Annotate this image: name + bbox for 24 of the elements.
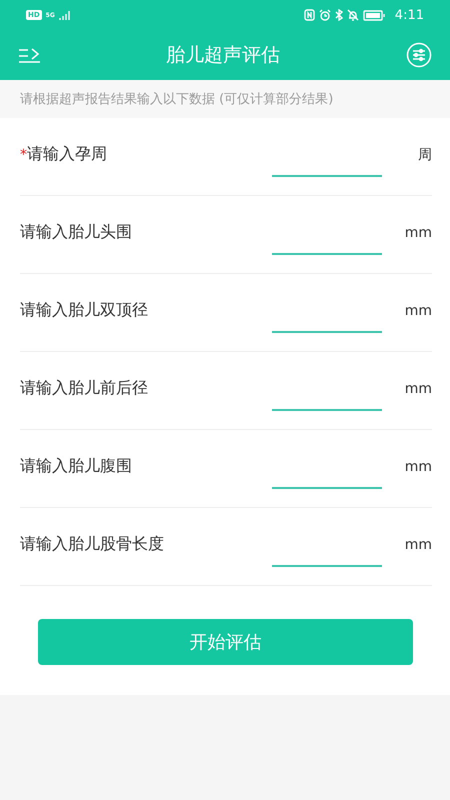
field-label: 请输入胎儿股骨长度	[20, 534, 164, 553]
bluetooth-icon	[334, 9, 343, 21]
field-label: 请输入孕周	[27, 144, 107, 163]
required-asterisk: *	[20, 147, 27, 163]
clock-time: 4:11	[394, 8, 424, 22]
settings-icon[interactable]	[406, 42, 432, 68]
alarm-icon	[318, 9, 331, 21]
unit-label: mm	[404, 224, 432, 240]
field-label: 请输入胎儿前后径	[20, 378, 148, 397]
field-label: 请输入胎儿双顶径	[20, 300, 148, 319]
battery-icon	[362, 10, 385, 20]
muted-bell-icon	[346, 9, 359, 21]
field-label: 请输入胎儿腹围	[20, 456, 132, 475]
unit-label: mm	[404, 458, 432, 474]
unit-label: mm	[404, 302, 432, 318]
signal-icon	[58, 10, 71, 20]
unit-label: mm	[404, 380, 432, 396]
field-label: 请输入胎儿头围	[20, 222, 132, 241]
nfc-icon	[304, 9, 315, 21]
unit-label: 周	[417, 146, 432, 164]
menu-icon[interactable]	[18, 47, 40, 63]
unit-label: mm	[404, 536, 432, 552]
page-title: 胎儿超声评估	[165, 43, 281, 68]
start-button[interactable]: 开始评估	[38, 619, 413, 665]
